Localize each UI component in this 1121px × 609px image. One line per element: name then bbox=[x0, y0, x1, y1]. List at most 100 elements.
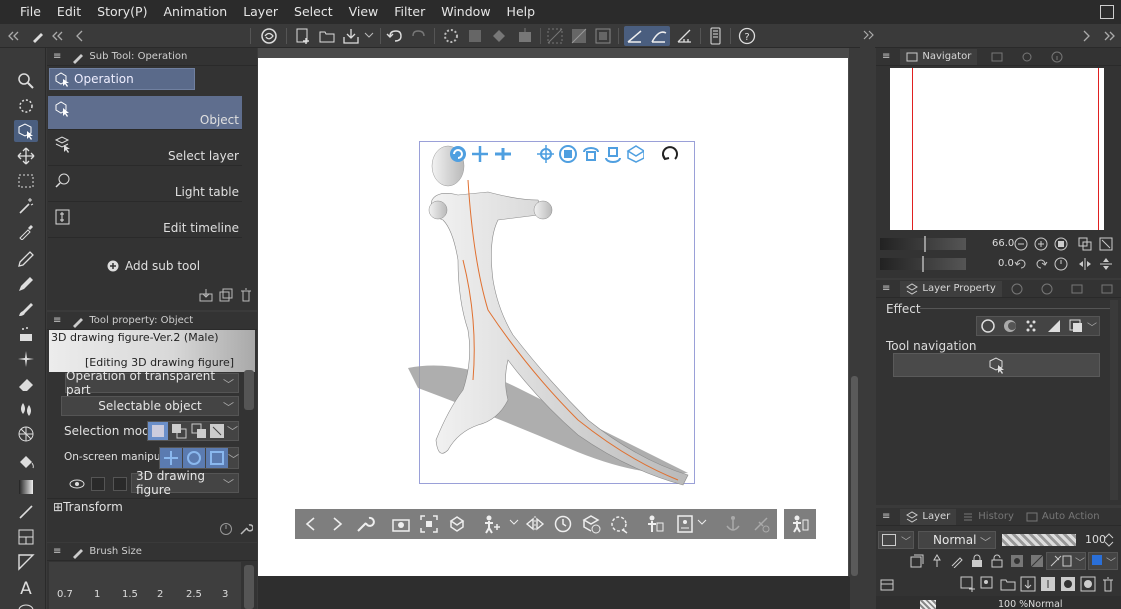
brush-small-icon[interactable] bbox=[30, 28, 46, 44]
brush-tool[interactable] bbox=[14, 298, 38, 320]
menu-select[interactable]: Select bbox=[286, 0, 341, 24]
app-logo-icon[interactable] bbox=[260, 27, 278, 45]
rotate-right-icon[interactable] bbox=[1034, 257, 1048, 271]
layer-color-mode[interactable]: ﹀ bbox=[1088, 552, 1118, 570]
loading-icon[interactable] bbox=[442, 27, 460, 45]
anchor-disabled-icon[interactable] bbox=[723, 514, 743, 534]
layer-select-mode[interactable]: ﹀ bbox=[1046, 552, 1086, 570]
gradient-map-icon[interactable] bbox=[1047, 319, 1061, 333]
fit-navigator-icon[interactable] bbox=[1099, 237, 1113, 251]
subtool-item-object[interactable]: Object bbox=[48, 96, 242, 130]
selection-mode-new-icon[interactable] bbox=[148, 422, 168, 440]
smartphone-icon[interactable] bbox=[706, 27, 724, 45]
redo-icon[interactable] bbox=[410, 27, 428, 45]
panel-menu-icon[interactable]: ≡ bbox=[53, 51, 61, 62]
blend-tool[interactable] bbox=[14, 398, 38, 420]
zoom-slider[interactable] bbox=[880, 238, 966, 250]
lock-transparent-icon[interactable] bbox=[990, 554, 1004, 568]
zoom-in-icon[interactable] bbox=[1034, 237, 1048, 251]
figure-tool[interactable] bbox=[14, 501, 38, 523]
toolprop-scrollbar[interactable] bbox=[244, 370, 254, 410]
opacity-stepper-icon[interactable] bbox=[1104, 532, 1114, 548]
selection-border-icon[interactable] bbox=[594, 27, 612, 45]
tab-icon-d[interactable] bbox=[1100, 283, 1114, 295]
apply-mask-icon[interactable] bbox=[1080, 576, 1096, 592]
panel-menu-icon[interactable]: ≡ bbox=[882, 51, 890, 62]
rotate-3d-widget-icon[interactable] bbox=[558, 144, 577, 164]
chevron-down-icon[interactable]: ﹀ bbox=[1087, 319, 1097, 334]
sub-view-icon[interactable] bbox=[991, 51, 1003, 63]
save-icon[interactable] bbox=[342, 27, 360, 45]
rotate-slider-handle[interactable] bbox=[922, 256, 924, 272]
reference-icon[interactable] bbox=[930, 554, 944, 568]
lock-icon[interactable] bbox=[970, 554, 984, 568]
invert-selection-icon[interactable] bbox=[570, 27, 588, 45]
undo-icon[interactable] bbox=[386, 27, 404, 45]
deselect-icon[interactable] bbox=[546, 27, 564, 45]
tab-icon-c[interactable] bbox=[1070, 283, 1084, 295]
layer-color-icon[interactable] bbox=[1003, 319, 1017, 333]
extract-line-icon[interactable] bbox=[1069, 319, 1083, 333]
menu-filter[interactable]: Filter bbox=[386, 0, 433, 24]
chevron-down-icon[interactable] bbox=[509, 519, 519, 527]
pose-reset-icon[interactable] bbox=[609, 514, 629, 534]
menu-layer[interactable]: Layer bbox=[235, 0, 286, 24]
delete-layer-icon[interactable] bbox=[1100, 576, 1116, 592]
tab-icon-b[interactable] bbox=[1040, 283, 1054, 295]
panel-menu-icon[interactable]: ≡ bbox=[53, 546, 61, 557]
canvas-vertical-scrollbar[interactable] bbox=[849, 48, 860, 577]
chevron-down-icon[interactable] bbox=[697, 519, 707, 527]
figure-settings-icon[interactable] bbox=[790, 514, 810, 534]
wrench-icon[interactable] bbox=[239, 522, 253, 536]
menu-file[interactable]: File bbox=[12, 0, 49, 24]
clock-icon[interactable] bbox=[553, 514, 573, 534]
eraser-tool[interactable] bbox=[14, 373, 38, 395]
camera-icon[interactable] bbox=[391, 514, 411, 534]
ruler-show-icon[interactable] bbox=[1030, 554, 1044, 568]
subtool-item-edit-timeline[interactable]: Edit timeline bbox=[48, 204, 242, 238]
body-shape-icon[interactable] bbox=[645, 514, 665, 534]
merge-down-icon[interactable] bbox=[1040, 576, 1056, 592]
help-icon[interactable]: ? bbox=[738, 27, 756, 45]
tab-layer[interactable]: Layer bbox=[900, 508, 957, 525]
mask-layer-icon[interactable] bbox=[1060, 576, 1076, 592]
menu-window[interactable]: Window bbox=[433, 0, 498, 24]
import-icon[interactable] bbox=[199, 288, 213, 302]
search-layer-icon[interactable] bbox=[1021, 51, 1033, 63]
panel-menu-icon[interactable]: ≡ bbox=[882, 283, 890, 294]
save-pose-icon[interactable] bbox=[675, 514, 695, 534]
pen-tool[interactable] bbox=[14, 248, 38, 270]
selection-tool[interactable] bbox=[14, 170, 38, 192]
snap-ruler-icon[interactable] bbox=[626, 27, 644, 45]
flip-horizontal-icon[interactable] bbox=[525, 514, 545, 534]
collapse-right-icon[interactable] bbox=[862, 28, 874, 42]
fill-icon[interactable] bbox=[490, 27, 508, 45]
brush-size-option[interactable]: 1.5 bbox=[122, 589, 138, 600]
move-3d-widget-icon[interactable] bbox=[536, 144, 555, 164]
panel-menu-icon[interactable]: ≡ bbox=[53, 315, 61, 326]
tone-icon[interactable] bbox=[1025, 319, 1039, 333]
manipulator-rotate-icon[interactable] bbox=[183, 448, 205, 468]
navigator-preview[interactable] bbox=[890, 68, 1104, 230]
brush-size-option[interactable]: 2 bbox=[157, 589, 163, 600]
open-file-icon[interactable] bbox=[318, 27, 336, 45]
ground-icon[interactable] bbox=[447, 514, 467, 534]
brush-size-option[interactable]: 1 bbox=[94, 589, 100, 600]
scale-widget-icon[interactable] bbox=[626, 144, 645, 164]
fill-tool[interactable] bbox=[14, 423, 38, 445]
eyedropper-tool[interactable] bbox=[14, 220, 38, 242]
collapse-left-icon[interactable] bbox=[6, 29, 20, 43]
subtool-item-select-layer[interactable]: Select layer bbox=[48, 132, 242, 166]
move-depth-widget-icon[interactable] bbox=[493, 144, 511, 164]
collapse-left-icon-2[interactable] bbox=[50, 29, 64, 43]
blend-mode-select[interactable]: Normal ﹀ bbox=[918, 531, 996, 549]
draft-icon[interactable] bbox=[950, 554, 964, 568]
fit-view-icon[interactable] bbox=[419, 514, 439, 534]
manipulator-move-icon[interactable] bbox=[160, 448, 182, 468]
wrench-icon[interactable] bbox=[355, 514, 375, 534]
auto-select-tool[interactable] bbox=[14, 195, 38, 217]
border-effect-icon[interactable] bbox=[981, 319, 995, 333]
reset-icon[interactable] bbox=[219, 522, 233, 536]
decoration-tool[interactable] bbox=[14, 348, 38, 370]
selection-mode-intersect-icon[interactable] bbox=[209, 423, 225, 439]
